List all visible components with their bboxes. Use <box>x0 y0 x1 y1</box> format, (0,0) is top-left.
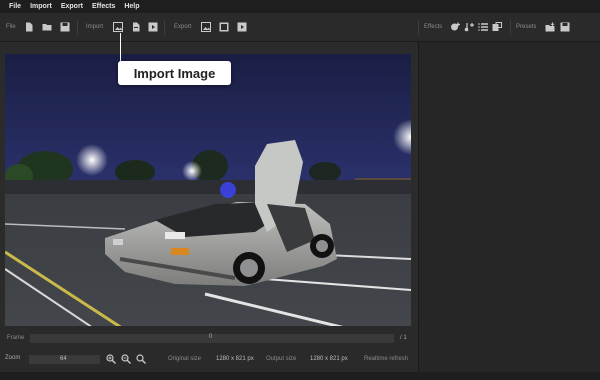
menu-help[interactable]: Help <box>124 3 139 10</box>
toolbar-divider <box>418 20 419 35</box>
effects-group-label: Effects <box>424 24 443 30</box>
import-group-label: Import <box>86 24 104 30</box>
presets-group-label: Presets <box>516 24 537 30</box>
realtime-refresh-toggle[interactable]: Realtime refresh <box>364 356 408 362</box>
menu-import[interactable]: Import <box>30 3 52 10</box>
export-image-icon[interactable] <box>201 22 211 32</box>
import-video-icon[interactable] <box>148 22 158 32</box>
add-effect-icon[interactable] <box>450 22 460 32</box>
import-image-tooltip: Import Image <box>118 61 231 85</box>
export-sequence-icon[interactable] <box>219 22 229 32</box>
output-size-label: Output size <box>266 356 297 362</box>
effects-panel <box>418 42 600 372</box>
menu-file[interactable]: File <box>9 3 21 10</box>
effect-list-icon[interactable] <box>478 22 488 32</box>
open-folder-icon[interactable] <box>42 22 52 32</box>
menu-export[interactable]: Export <box>61 3 83 10</box>
menu-effects[interactable]: Effects <box>92 3 115 10</box>
toolbar: File Import Export Effects Presets <box>0 13 600 42</box>
toolbar-divider <box>510 20 511 35</box>
zoom-out-icon[interactable] <box>121 354 131 364</box>
toolbar-divider <box>77 20 78 35</box>
status-bar <box>0 372 600 380</box>
add-preset-icon[interactable] <box>545 22 555 32</box>
save-preset-icon[interactable] <box>560 22 570 32</box>
image-preview[interactable] <box>5 54 411 356</box>
zoom-value: 64 <box>60 356 67 362</box>
original-size-label: Original size <box>168 356 202 362</box>
import-sequence-icon[interactable] <box>131 22 141 32</box>
export-video-icon[interactable] <box>237 22 247 32</box>
import-image-icon[interactable] <box>113 22 123 32</box>
export-group-label: Export <box>174 24 192 30</box>
frame-total: / 1 <box>400 335 407 341</box>
zoom-fit-icon[interactable] <box>136 354 146 364</box>
original-size-value: 1280 x 821 px <box>216 356 254 362</box>
menu-bar: File Import Export Effects Help <box>0 0 600 13</box>
bottom-controls: Frame 0 / 1 Zoom 64 Original size 1280 x… <box>0 326 417 372</box>
zoom-label: Zoom <box>5 355 21 361</box>
output-size-value: 1280 x 821 px <box>310 356 348 362</box>
file-group-label: File <box>6 24 16 30</box>
zoom-in-icon[interactable] <box>106 354 116 364</box>
effect-music-icon[interactable] <box>464 22 474 32</box>
toolbar-divider <box>164 20 165 35</box>
frame-value: 0 <box>209 334 213 340</box>
tooltip-pointer <box>120 33 121 61</box>
effect-layers-icon[interactable] <box>492 22 502 32</box>
frame-label: Frame <box>7 335 25 341</box>
new-file-icon[interactable] <box>24 22 34 32</box>
save-icon[interactable] <box>60 22 70 32</box>
